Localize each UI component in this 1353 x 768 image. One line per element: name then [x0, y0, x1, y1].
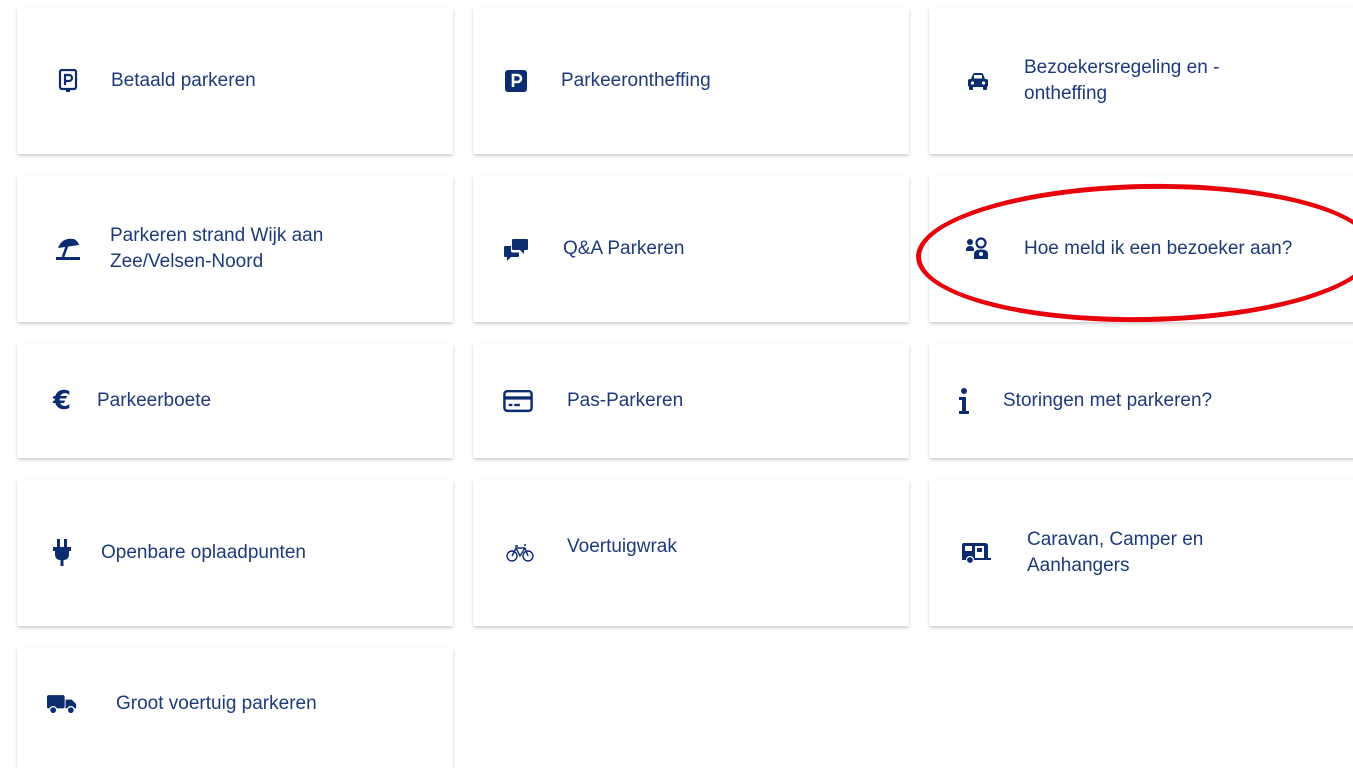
tile-openbare-oplaadpunten[interactable]: Openbare oplaadpunten — [17, 480, 453, 626]
tile-label: Openbare oplaadpunten — [101, 542, 306, 563]
parking-meter-icon — [53, 69, 83, 93]
euro-icon: € — [52, 386, 72, 416]
chat-bubbles-icon — [501, 237, 531, 261]
tile-parkeerontheffing[interactable]: Parkeerontheffing — [473, 8, 909, 154]
tile-label: Q&A Parkeren — [563, 238, 685, 259]
tile-hoe-meld-ik-bezoeker-aan[interactable]: Hoe meld ik een bezoeker aan? — [929, 176, 1353, 322]
tile-storingen[interactable]: Storingen met parkeren? — [929, 344, 1353, 458]
plug-icon — [47, 539, 77, 567]
tile-label: Hoe meld ik een bezoeker aan? — [1024, 238, 1293, 259]
tile-pas-parkeren[interactable]: Pas-Parkeren — [473, 344, 909, 458]
tile-caravan-camper[interactable]: Caravan, Camper en Aanhangers — [929, 480, 1353, 626]
tile-label: Parkeren strand Wijk aan Zee/Velsen-Noor… — [110, 225, 324, 272]
car-icon — [963, 71, 993, 91]
beach-umbrella-icon — [53, 236, 83, 262]
tile-label: Pas-Parkeren — [567, 390, 684, 411]
tile-qa-parkeren[interactable]: Q&A Parkeren — [473, 176, 909, 322]
caravan-icon — [961, 541, 991, 565]
tile-label: Caravan, Camper en Aanhangers — [1027, 529, 1204, 576]
tile-parkeren-strand[interactable]: Parkeren strand Wijk aan Zee/Velsen-Noor… — [17, 176, 453, 322]
credit-card-icon — [503, 389, 533, 413]
tile-label: Voertuigwrak — [567, 536, 677, 557]
tile-label: Betaald parkeren — [111, 70, 256, 91]
visitor-icon — [963, 237, 993, 261]
tile-parkeerboete[interactable]: € Parkeerboete — [17, 344, 453, 458]
tile-betaald-parkeren[interactable]: Betaald parkeren — [17, 8, 453, 154]
tile-groot-voertuig[interactable]: Groot voertuig parkeren — [17, 648, 453, 768]
bicycle-icon — [505, 544, 535, 562]
tile-bezoekersregeling[interactable]: Bezoekersregeling en - ontheffing — [929, 8, 1353, 154]
tile-label: Storingen met parkeren? — [1003, 390, 1213, 411]
tile-label: Parkeerontheffing — [561, 70, 711, 91]
tile-label: Groot voertuig parkeren — [116, 693, 317, 714]
tile-label: Bezoekersregeling en - ontheffing — [1024, 57, 1220, 104]
parking-sign-icon — [501, 70, 531, 92]
tile-voertuigwrak[interactable]: Voertuigwrak — [473, 480, 909, 626]
tile-label: Parkeerboete — [97, 390, 212, 411]
info-icon — [949, 387, 979, 415]
truck-icon — [47, 692, 77, 716]
